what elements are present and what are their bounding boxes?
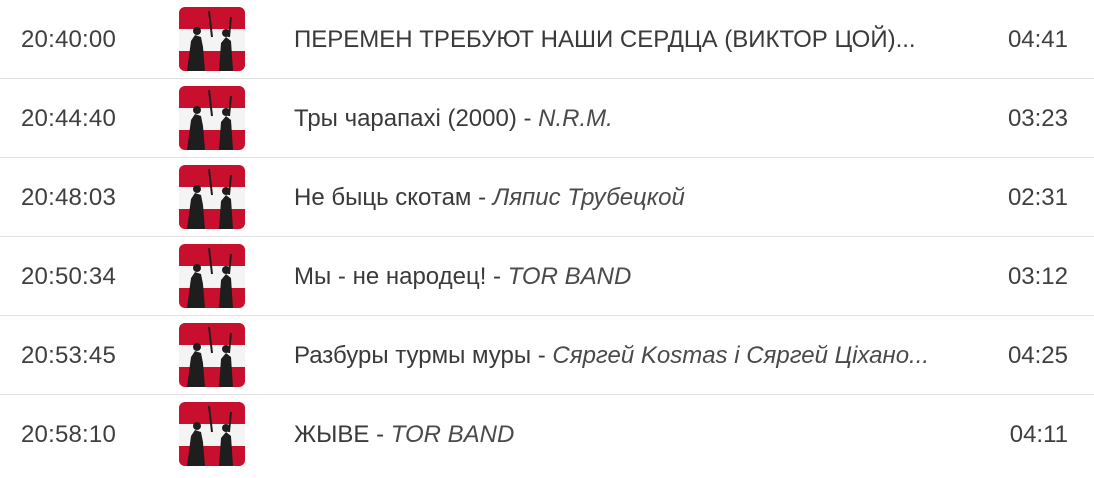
track-title: Не быць скотам: [294, 184, 472, 211]
track-separator: -: [531, 342, 553, 369]
cover-art: [179, 402, 245, 466]
album-cover-image: [179, 7, 245, 71]
track-title: ЖЫВЕ: [294, 421, 370, 448]
track-info: Разбуры турмы муры - Сяргей Kosmas і Сяр…: [294, 316, 964, 395]
track-title: Мы - не народец!: [294, 263, 487, 290]
cover-art: [179, 244, 245, 308]
track-info: Не быць скотам - Ляпис Трубецкой: [294, 158, 964, 237]
track-separator: -: [471, 184, 493, 211]
track-info: Тры чарапахі (2000) - N.R.M.: [294, 79, 964, 158]
start-time: 20:44:40: [21, 105, 117, 132]
playlist-row[interactable]: 20:50:34 Мы - не народец! - TOR BAND 03:…: [0, 237, 1094, 316]
album-cover-image: [179, 165, 245, 229]
track-duration: 04:41: [1007, 26, 1068, 53]
playlist-row[interactable]: 20:58:10 ЖЫВЕ - TOR BAND 04:11: [0, 395, 1094, 474]
playlist-row[interactable]: 20:44:40 Тры чарапахі (2000) - N.R.M. 03…: [0, 79, 1094, 158]
album-cover-image: [179, 86, 245, 150]
cover-art: [179, 323, 245, 387]
track-artist: Ляпис Трубецкой: [492, 184, 685, 211]
track-artist: N.R.M.: [538, 105, 613, 132]
album-cover-image: [179, 244, 245, 308]
track-duration: 04:11: [1009, 421, 1068, 448]
track-duration: 03:23: [1007, 105, 1068, 132]
track-duration: 02:31: [1007, 184, 1068, 211]
track-artist: TOR BAND: [390, 421, 515, 448]
playlist-row[interactable]: 20:40:00 ПЕРЕМЕН ТРЕБУЮТ НАШИ СЕРДЦА (ВИ…: [0, 0, 1094, 79]
start-time: 20:53:45: [21, 342, 117, 369]
track-title: Разбуры турмы муры: [294, 342, 532, 369]
track-duration: 03:12: [1007, 263, 1068, 290]
playlist: 20:40:00 ПЕРЕМЕН ТРЕБУЮТ НАШИ СЕРДЦА (ВИ…: [0, 0, 1094, 478]
start-time: 20:48:03: [21, 184, 117, 211]
track-separator: -: [486, 263, 508, 290]
album-cover-image: [179, 323, 245, 387]
track-separator: -: [369, 421, 391, 448]
track-info: ПЕРЕМЕН ТРЕБУЮТ НАШИ СЕРДЦА (ВИКТОР ЦОЙ)…: [294, 0, 964, 79]
track-duration: 04:25: [1007, 342, 1068, 369]
track-artist: TOR BAND: [507, 263, 632, 290]
album-cover-image: [179, 402, 245, 466]
playlist-row[interactable]: 20:48:03 Не быць скотам - Ляпис Трубецко…: [0, 158, 1094, 237]
track-title: ПЕРЕМЕН ТРЕБУЮТ НАШИ СЕРДЦА (ВИКТОР ЦОЙ)…: [294, 26, 916, 53]
track-title: Тры чарапахі (2000): [294, 105, 517, 132]
cover-art: [179, 165, 245, 229]
start-time: 20:58:10: [21, 421, 117, 448]
start-time: 20:50:34: [21, 263, 117, 290]
cover-art: [179, 7, 245, 71]
start-time: 20:40:00: [21, 26, 117, 53]
playlist-row[interactable]: 20:53:45 Разбуры турмы муры - Сяргей Kos…: [0, 316, 1094, 395]
track-info: ЖЫВЕ - TOR BAND: [294, 395, 964, 474]
track-artist: Сяргей Kosmas і Сяргей Ціхано...: [552, 342, 930, 369]
track-info: Мы - не народец! - TOR BAND: [294, 237, 964, 316]
cover-art: [179, 86, 245, 150]
track-separator: -: [516, 105, 539, 132]
